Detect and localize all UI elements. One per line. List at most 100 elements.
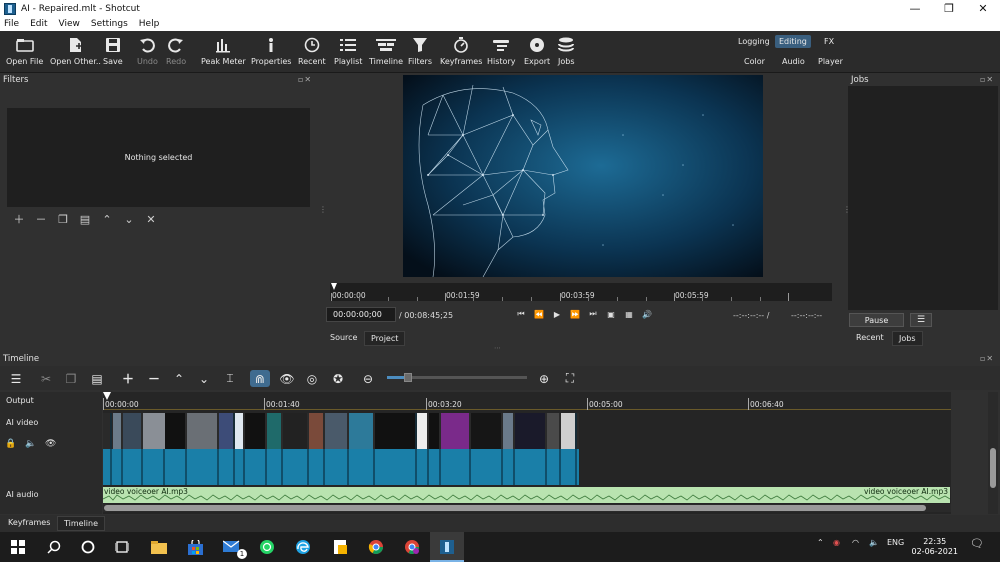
zoom-slider-handle[interactable] xyxy=(404,373,412,382)
grid-icon[interactable]: ▦ xyxy=(620,310,638,319)
jobs-menu-button[interactable]: ☰ xyxy=(910,313,932,327)
recent-button[interactable]: Recent xyxy=(298,35,326,71)
meet-now-icon[interactable]: ◉ xyxy=(833,538,840,547)
zoom-in-icon[interactable]: ⊕ xyxy=(534,370,554,387)
jobs-button[interactable]: Jobs xyxy=(558,35,575,71)
audio-track-label[interactable]: AI audio xyxy=(6,490,39,499)
layout-logging[interactable]: Logging xyxy=(734,35,774,48)
hide-eye-icon[interactable]: 👁 xyxy=(45,439,56,449)
wifi-icon[interactable]: ◠ xyxy=(852,538,859,547)
windows-start-icon[interactable] xyxy=(8,537,28,557)
restore-button[interactable]: ❐ xyxy=(932,0,966,17)
layout-player[interactable]: Player xyxy=(814,55,847,68)
timeline-menu-icon[interactable]: ☰ xyxy=(6,370,26,387)
minimize-button[interactable]: — xyxy=(898,0,932,17)
play-icon[interactable]: ▶ xyxy=(548,310,566,319)
copy-icon[interactable]: ❐ xyxy=(61,370,81,387)
ripple-all-icon[interactable]: ✪ xyxy=(328,370,348,387)
tab-source[interactable]: Source xyxy=(324,331,363,344)
file-explorer-icon[interactable] xyxy=(149,537,169,557)
timeline-vertical-scrollbar[interactable] xyxy=(988,392,998,514)
open-file-button[interactable]: Open File xyxy=(6,35,43,71)
document-app-icon[interactable] xyxy=(330,537,350,557)
menu-help[interactable]: Help xyxy=(139,19,160,29)
hscroll-thumb[interactable] xyxy=(104,505,926,511)
edge-browser-icon[interactable] xyxy=(293,537,313,557)
system-clock[interactable]: 22:35 02-06-2021 xyxy=(912,537,959,557)
open-other-button[interactable]: Open Other.. xyxy=(50,35,101,71)
peak-meter-button[interactable]: Peak Meter xyxy=(201,35,246,71)
layout-audio[interactable]: Audio xyxy=(778,55,809,68)
mute-icon[interactable]: 🔈 xyxy=(25,439,36,449)
tab-recent[interactable]: Recent xyxy=(850,331,890,344)
cut-icon[interactable]: ✂ xyxy=(36,370,56,387)
timeline-dock-icons[interactable]: ▫✕ xyxy=(980,354,994,363)
tab-keyframes[interactable]: Keyframes xyxy=(2,516,56,529)
player-ruler[interactable]: 00:00:00 00:01:59 00:03:59 00:05:59 xyxy=(330,283,832,301)
rewind-icon[interactable]: ⏪ xyxy=(530,310,548,319)
skip-next-icon[interactable]: ⏭ xyxy=(584,309,602,319)
append-icon[interactable]: ＋ xyxy=(118,370,138,387)
volume-icon[interactable]: 🔊 xyxy=(638,310,656,319)
redo-button[interactable]: Redo xyxy=(166,35,186,71)
export-button[interactable]: Export xyxy=(524,35,550,71)
pause-jobs-button[interactable]: Pause xyxy=(849,313,904,327)
task-view-icon[interactable] xyxy=(112,537,132,557)
menu-settings[interactable]: Settings xyxy=(91,19,128,29)
audio-clip[interactable]: video voiceoer AI.mp3 video voiceoer AI.… xyxy=(103,487,950,503)
playlist-button[interactable]: Playlist xyxy=(334,35,362,71)
splitter-handle-bottom[interactable]: ⋯ xyxy=(494,344,501,352)
fast-forward-icon[interactable]: ⏩ xyxy=(566,310,584,319)
tab-timeline[interactable]: Timeline xyxy=(57,516,106,531)
jobs-dock-icons[interactable]: ▫✕ xyxy=(980,75,994,84)
notifications-icon[interactable]: 🗨 xyxy=(970,537,984,550)
snap-magnet-icon[interactable]: ⋒ xyxy=(250,370,270,387)
menu-edit[interactable]: Edit xyxy=(30,19,47,29)
ripple-delete-icon[interactable]: － xyxy=(144,370,164,387)
move-down-icon[interactable]: ⌄ xyxy=(118,212,140,226)
tab-jobs[interactable]: Jobs xyxy=(892,331,923,346)
store-icon[interactable] xyxy=(185,537,205,557)
chrome-icon[interactable] xyxy=(366,537,386,557)
search-icon[interactable] xyxy=(44,537,64,557)
player-playhead[interactable] xyxy=(331,283,337,290)
splitter-handle-left[interactable]: ⋮ xyxy=(319,205,327,214)
cortana-icon[interactable] xyxy=(78,537,98,557)
menu-file[interactable]: File xyxy=(4,19,19,29)
save-button[interactable]: Save xyxy=(103,35,123,71)
position-timecode[interactable]: 00:00:00;00 xyxy=(326,307,396,322)
lock-icon[interactable]: 🔒 xyxy=(5,439,16,449)
close-button[interactable]: ✕ xyxy=(966,0,1000,17)
layout-fx[interactable]: FX xyxy=(820,35,838,48)
paste-filter-icon[interactable]: ▤ xyxy=(74,212,96,226)
copy-filter-icon[interactable]: ❐ xyxy=(52,212,74,226)
filters-button[interactable]: Filters xyxy=(408,35,432,71)
scrub-icon[interactable]: 👁 xyxy=(277,370,297,387)
speaker-icon[interactable]: 🔈 xyxy=(869,538,879,547)
whatsapp-icon[interactable] xyxy=(257,537,277,557)
timeline-horizontal-scrollbar[interactable] xyxy=(103,504,951,512)
layout-color[interactable]: Color xyxy=(740,55,769,68)
chrome-profile-icon[interactable] xyxy=(402,537,422,557)
timeline-ruler[interactable]: 00:00:00 00:01:40 00:03:20 00:05:00 00:0… xyxy=(103,392,951,410)
paste-icon[interactable]: ▤ xyxy=(87,370,107,387)
zoom-fit-icon[interactable]: ▣ xyxy=(602,310,620,319)
move-up-icon[interactable]: ⌃ xyxy=(96,212,118,226)
properties-button[interactable]: Properties xyxy=(251,35,291,71)
zoom-fit-timeline-icon[interactable]: ⛶ xyxy=(560,370,580,387)
split-icon[interactable]: ⌶ xyxy=(220,370,240,387)
timeline-button[interactable]: Timeline xyxy=(369,35,403,71)
zoom-out-icon[interactable]: ⊖ xyxy=(358,370,378,387)
ripple-icon[interactable]: ◎ xyxy=(302,370,322,387)
remove-filter-icon[interactable]: － xyxy=(30,212,52,226)
lift-icon[interactable]: ⌃ xyxy=(169,370,189,387)
skip-previous-icon[interactable]: ⏮ xyxy=(512,309,530,319)
show-hidden-icons-icon[interactable]: ⌃ xyxy=(817,538,824,547)
language-indicator[interactable]: ENG xyxy=(887,538,904,547)
menu-view[interactable]: View xyxy=(59,19,80,29)
vscroll-thumb[interactable] xyxy=(990,448,996,488)
layout-editing[interactable]: Editing xyxy=(775,35,811,48)
filters-dock-icons[interactable]: ▫✕ xyxy=(298,75,312,84)
video-clip[interactable] xyxy=(103,413,579,485)
video-track-label[interactable]: AI video xyxy=(6,418,38,427)
